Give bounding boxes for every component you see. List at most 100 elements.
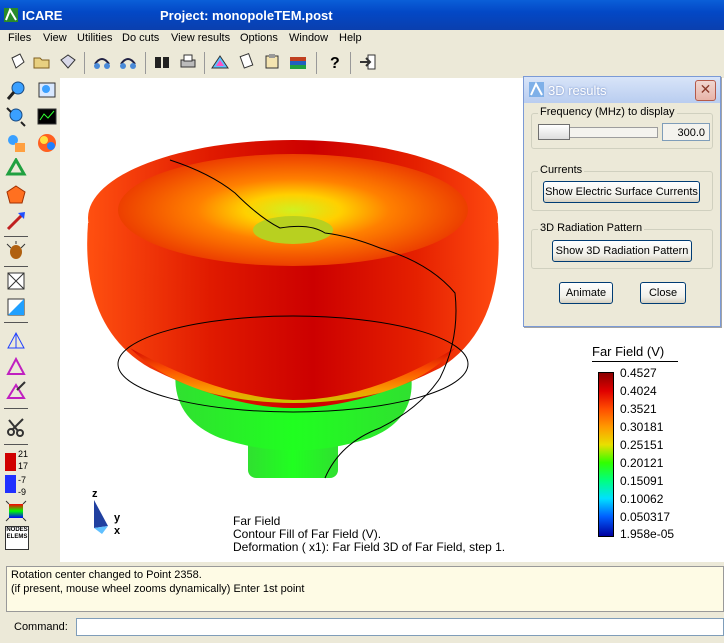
animate-button[interactable]: Animate	[559, 282, 613, 304]
legend-value: 0.3521	[620, 402, 657, 416]
help-icon[interactable]: ?	[324, 52, 344, 72]
status-line-2: (if present, mouse wheel zooms dynamical…	[11, 583, 305, 595]
colorscale-label: -7	[18, 475, 27, 485]
toolbar-separator	[350, 52, 351, 74]
dialog-title-bar[interactable]: 3D results ✕	[524, 77, 720, 103]
menu-help[interactable]: Help	[339, 32, 362, 44]
toolbar-separator	[84, 52, 85, 74]
status-line-1: Rotation center changed to Point 2358.	[11, 569, 202, 581]
frequency-slider-thumb[interactable]	[538, 124, 570, 140]
graph-window-icon[interactable]	[36, 106, 58, 128]
arrow-pick-icon[interactable]	[5, 210, 27, 232]
legend-value: 0.15091	[620, 474, 664, 488]
colorscale-red-swatch[interactable]	[5, 453, 16, 471]
menu-do-cuts[interactable]: Do cuts	[122, 32, 159, 44]
show-radiation-pattern-button[interactable]: Show 3D Radiation Pattern	[552, 240, 692, 262]
command-input[interactable]	[76, 618, 724, 636]
project-title: Project: monopoleTEM.post	[160, 8, 333, 23]
left-separator	[4, 266, 28, 267]
triangle-icon[interactable]	[5, 356, 27, 378]
command-label: Command:	[14, 621, 68, 633]
axis-y-label: y	[114, 512, 121, 524]
rotate-left-icon[interactable]	[92, 52, 112, 72]
rainbow-burst-icon[interactable]	[5, 500, 27, 522]
legend-value: 0.30181	[620, 420, 664, 434]
left-separator	[4, 322, 28, 323]
surface-fill-icon[interactable]	[5, 296, 27, 318]
axis-z-label: z	[92, 488, 98, 500]
zoom-window-icon[interactable]	[36, 80, 58, 102]
menu-bar: Files View Utilities Do cuts View result…	[0, 30, 724, 48]
binoculars-icon[interactable]	[152, 52, 172, 72]
pattern-top-hole	[253, 216, 333, 244]
triangle-edit-icon[interactable]	[5, 380, 27, 402]
main-toolbar: ?	[0, 48, 724, 79]
legend-value: 0.4024	[620, 384, 657, 398]
menu-files[interactable]: Files	[8, 32, 31, 44]
color-sphere-icon[interactable]	[36, 132, 58, 154]
close-icon[interactable]: ✕	[695, 80, 716, 101]
title-bar: ICARE Project: monopoleTEM.post	[0, 0, 724, 30]
toolbar-separator	[145, 52, 146, 74]
axis-x-label: x	[114, 525, 121, 537]
mesh-box-icon[interactable]	[5, 270, 27, 292]
svg-text:?: ?	[330, 55, 340, 72]
legend-title-underline	[592, 361, 678, 362]
left-toolbar: 21 17 -7 -9 NODES ELEMS	[0, 78, 60, 562]
legend-value: 1.958e-05	[620, 527, 675, 541]
menu-view[interactable]: View	[43, 32, 67, 44]
pattern-top-surface	[118, 154, 468, 266]
dialog-logo-icon	[529, 82, 544, 97]
palette-icon[interactable]	[210, 52, 230, 72]
scissors-icon[interactable]	[5, 416, 27, 438]
legend-value: 0.050317	[620, 510, 671, 524]
left-separator	[4, 444, 28, 445]
colorscale-label: 17	[18, 461, 29, 471]
books-icon[interactable]	[288, 52, 308, 72]
paste-icon[interactable]	[262, 52, 282, 72]
menu-window[interactable]: Window	[289, 32, 328, 44]
nodes-elems-button[interactable]: NODES ELEMS	[5, 526, 29, 550]
zoom-fit-icon[interactable]	[5, 132, 27, 154]
menu-view-results[interactable]: View results	[171, 32, 230, 44]
menu-options[interactable]: Options	[240, 32, 278, 44]
results-3d-dialog: 3D results ✕ Frequency (MHz) to display …	[523, 76, 721, 327]
legend-value: 0.4527	[620, 366, 657, 380]
rotate-right-icon[interactable]	[118, 52, 138, 72]
left-separator	[4, 236, 28, 237]
toolbar-separator	[316, 52, 317, 74]
colorscale-blue-swatch[interactable]	[5, 475, 16, 493]
show-electric-currents-button[interactable]: Show Electric Surface Currents	[543, 181, 700, 203]
app-title: ICARE	[22, 8, 63, 23]
recycle-icon[interactable]	[5, 158, 27, 180]
frequency-value-field[interactable]: 300.0	[662, 123, 710, 141]
caption-line-3: Deformation ( x1): Far Field 3D of Far F…	[233, 540, 506, 554]
tetra-mesh-icon[interactable]	[5, 330, 27, 352]
radiation-group-label: 3D Radiation Pattern	[538, 222, 645, 234]
legend-value: 0.25151	[620, 438, 664, 452]
status-area: Rotation center changed to Point 2358. (…	[6, 566, 724, 612]
legend-value: 0.10062	[620, 492, 664, 506]
toolbar-separator	[204, 52, 205, 74]
currents-group-label: Currents	[538, 164, 585, 176]
dialog-title: 3D results	[548, 83, 607, 98]
menu-utilities[interactable]: Utilities	[77, 32, 112, 44]
print-icon[interactable]	[178, 52, 198, 72]
exit-icon[interactable]	[358, 52, 378, 72]
light-bulb-icon[interactable]	[5, 240, 27, 262]
axis-triad: z y x	[92, 488, 121, 537]
colorscale-label: -9	[18, 487, 27, 497]
open-folder-icon[interactable]	[32, 52, 52, 72]
left-separator	[4, 408, 28, 409]
legend-colorbar	[598, 372, 614, 537]
new-file-icon[interactable]	[8, 52, 28, 72]
zoom-out-icon[interactable]	[5, 106, 27, 128]
app-logo-icon	[4, 8, 18, 22]
frequency-group-label: Frequency (MHz) to display	[538, 106, 677, 118]
save-icon[interactable]	[58, 52, 78, 72]
copy-icon[interactable]	[238, 52, 258, 72]
render-object-icon[interactable]	[5, 184, 27, 206]
colorscale-label: 21	[18, 449, 29, 459]
close-button[interactable]: Close	[640, 282, 686, 304]
zoom-in-icon[interactable]	[5, 80, 27, 102]
